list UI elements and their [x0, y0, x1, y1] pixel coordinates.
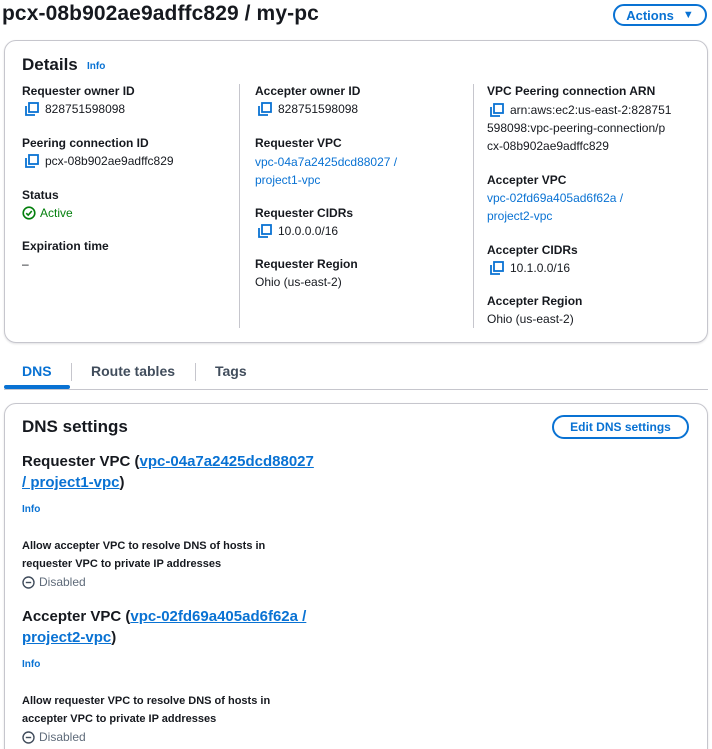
dns-settings-heading: DNS settings: [22, 417, 128, 436]
requester-setting-status: Disabled: [22, 575, 86, 589]
tab-separator: [71, 363, 72, 381]
accepter-vpc-heading-link[interactable]: vpc-02fd69a405ad6f62a /: [130, 608, 306, 625]
check-circle-icon: [22, 206, 36, 220]
requester-region-value: Ohio (us-east-2): [255, 275, 342, 289]
expiration-time-label: Expiration time: [22, 239, 109, 253]
requester-cidrs-value: 10.0.0.0/16: [258, 222, 338, 240]
accepter-info-link[interactable]: Info: [22, 659, 40, 670]
actions-button[interactable]: Actions ▼: [613, 4, 707, 26]
status-label: Status: [22, 188, 59, 202]
minus-circle-icon: [22, 575, 35, 589]
copy-icon[interactable]: [25, 102, 39, 116]
tab-tags[interactable]: Tags: [215, 363, 247, 379]
requester-cidrs-label: Requester CIDRs: [255, 206, 354, 220]
accepter-region-label: Accepter Region: [487, 294, 583, 308]
copy-icon[interactable]: [258, 102, 272, 116]
accepter-vpc-label: Accepter VPC: [487, 173, 567, 187]
vpc-peering-arn-line2: 598098:vpc-peering-connection/p: [487, 121, 666, 135]
accepter-region-value: Ohio (us-east-2): [487, 312, 574, 326]
accepter-vpc-link[interactable]: vpc-02fd69a405ad6f62a / project2-vpc: [487, 189, 623, 225]
peering-connection-id-value: pcx-08b902ae9adffc829: [25, 152, 174, 170]
details-info-link[interactable]: Info: [87, 61, 105, 72]
accepter-owner-id-value: 828751598098: [258, 100, 358, 118]
actions-label: Actions: [626, 7, 674, 23]
requester-vpc-heading: Requester VPC (vpc-04a7a2425dcd88027 / p…: [22, 453, 314, 491]
requester-vpc-link[interactable]: vpc-04a7a2425dcd88027 / project1-vpc: [255, 153, 397, 189]
edit-dns-settings-button[interactable]: Edit DNS settings: [552, 415, 689, 439]
copy-icon[interactable]: [490, 103, 504, 117]
requester-info-link[interactable]: Info: [22, 504, 40, 515]
peering-connection-id-label: Peering connection ID: [22, 136, 149, 150]
minus-circle-icon: [22, 730, 35, 744]
expiration-time-value: –: [22, 257, 29, 271]
requester-vpc-label: Requester VPC: [255, 136, 342, 150]
accepter-owner-id-label: Accepter owner ID: [255, 84, 361, 98]
tab-route-tables[interactable]: Route tables: [91, 363, 175, 379]
tab-dns[interactable]: DNS: [22, 363, 52, 379]
copy-icon[interactable]: [25, 154, 39, 168]
vpc-peering-arn-line3: cx-08b902ae9adffc829: [487, 139, 609, 153]
requester-owner-id-value: 828751598098: [25, 100, 125, 118]
copy-icon[interactable]: [258, 224, 272, 238]
vpc-peering-arn-label: VPC Peering connection ARN: [487, 84, 656, 98]
details-heading: Details: [22, 55, 78, 74]
status-badge: Active: [22, 204, 73, 222]
accepter-cidrs-value: 10.1.0.0/16: [490, 259, 570, 277]
page-title: pcx-08b902ae9adffc829 / my-pc: [2, 2, 319, 25]
copy-icon[interactable]: [490, 261, 504, 275]
accepter-vpc-heading-link-2[interactable]: project2-vpc: [22, 629, 111, 646]
accepter-cidrs-label: Accepter CIDRs: [487, 243, 578, 257]
caret-down-icon: ▼: [682, 9, 694, 21]
requester-owner-id-label: Requester owner ID: [22, 84, 135, 98]
accepter-setting-label: Allow requester VPC to resolve DNS of ho…: [22, 695, 271, 725]
requester-region-label: Requester Region: [255, 257, 358, 271]
accepter-setting-status: Disabled: [22, 730, 86, 744]
requester-setting-label: Allow accepter VPC to resolve DNS of hos…: [22, 540, 266, 570]
requester-vpc-heading-link[interactable]: vpc-04a7a2425dcd88027: [140, 453, 314, 470]
requester-vpc-heading-link-2[interactable]: / project1-vpc: [22, 474, 120, 491]
tabs-divider: [4, 389, 708, 390]
column-divider: [239, 84, 240, 328]
tab-separator: [195, 363, 196, 381]
column-divider: [473, 84, 474, 328]
accepter-vpc-heading: Accepter VPC (vpc-02fd69a405ad6f62a / pr…: [22, 608, 307, 646]
